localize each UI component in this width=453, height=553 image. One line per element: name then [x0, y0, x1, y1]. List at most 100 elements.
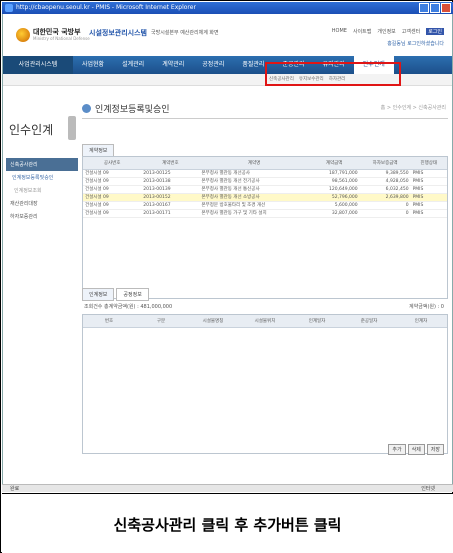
sidebar-item-new-construction[interactable]: 신축공사관리 — [6, 158, 78, 171]
breadcrumb: 홈 > 인수인계 > 신축공사관리 — [380, 105, 446, 111]
table-cell: PMIS — [410, 193, 447, 202]
handover-col-header[interactable]: 인계일자 — [291, 315, 343, 328]
table-row[interactable]: 건설시설 09 2013-00171 본부청사 별관동 가구 및 기타 설치 32,8… — [83, 209, 447, 218]
top-link-privacy[interactable]: 개인정보 — [377, 28, 395, 35]
system-subtitle: 국방시설본부 예산관리체계 화면 — [151, 30, 219, 36]
top-link-home[interactable]: HOME — [332, 28, 347, 35]
tab-process-info[interactable]: 공정정보 — [116, 288, 149, 301]
tab-handover-info[interactable]: 인계정보 — [82, 288, 115, 301]
close-button[interactable] — [441, 3, 451, 13]
table-cell: 본부청사 별관동 개선 통신공사 — [199, 185, 309, 194]
ministry-subtitle: Ministry of National Defense — [33, 36, 90, 41]
caption-area: 신축공사관리 클릭 후 추가버튼 클릭 — [2, 493, 453, 553]
table-cell: PMIS — [410, 169, 447, 178]
main-content: 인계정보등록및승인 홈 > 인수인계 > 신축공사관리 계약정보 공사번호 계약 — [82, 96, 448, 476]
table-cell: 32,807,000 — [308, 209, 360, 218]
table-cell: 9,389,550 — [359, 169, 411, 178]
sidebar-item-handover-inquiry[interactable]: 인계정보조회 — [6, 184, 78, 197]
table-cell: 120,649,000 — [308, 185, 360, 194]
table-cell: PMIS — [410, 177, 447, 186]
col-header-contract-no[interactable]: 계약번호 — [141, 157, 200, 170]
delete-button[interactable]: 삭제 — [407, 444, 425, 455]
browser-viewport: 대한민국 국방부 Ministry of National Defense 시설… — [2, 14, 453, 484]
user-info: 홍길동님 로그인하셨습니다 — [387, 41, 444, 47]
col-header-project-no[interactable]: 공사번호 — [83, 157, 142, 170]
col-header-warranty-amount[interactable]: 하자보증금액 — [359, 157, 411, 170]
table-cell: 0 — [359, 201, 411, 210]
sidebar-item-warranty[interactable]: 하자보증관리 — [6, 210, 78, 223]
table-cell: 4,928,050 — [359, 177, 411, 186]
save-button[interactable]: 저장 — [426, 444, 444, 455]
handover-col-header[interactable]: 시설물위치 — [239, 315, 291, 328]
handover-col-header[interactable]: 구분 — [135, 315, 187, 328]
table-cell: 98,561,000 — [308, 177, 360, 186]
add-button[interactable]: 추가 — [388, 444, 406, 455]
col-header-status[interactable]: 진행상태 — [410, 157, 447, 170]
table-cell: PMIS — [410, 201, 447, 210]
table-cell: 2,639,800 — [359, 193, 411, 202]
grid-header-row: 공사번호 계약번호 계약명 계약금액 하자보증금액 진행상태 — [83, 157, 447, 170]
sidebar-collapse-handle[interactable] — [68, 116, 76, 140]
table-row[interactable]: 건설시설 09 2013-00139 본부청사 별관동 개선 통신공사 120,649… — [83, 185, 447, 194]
table-cell: 건설시설 09 — [83, 193, 142, 202]
top-links: HOME 사이트맵 개인정보 고객센터 로그인 — [332, 28, 444, 35]
grid-empty-area — [83, 218, 447, 298]
table-cell: 6,032,450 — [359, 185, 411, 194]
table-cell: 0 — [359, 209, 411, 218]
system-name[interactable]: 시설정보관리시스템 — [89, 28, 147, 38]
sidebar-item-handover-register[interactable]: 인계정보등록및승인 — [6, 171, 78, 184]
contract-grid: 공사번호 계약번호 계약명 계약금액 하자보증금액 진행상태 건설시설 09 20… — [82, 156, 448, 299]
table-cell: 건설시설 09 — [83, 169, 142, 178]
browser-statusbar: 완료 인터넷 — [2, 484, 453, 492]
browser-title: http://cbaopenu.seoul.kr - PMIS - Micros… — [16, 4, 196, 11]
page-title-icon — [82, 104, 91, 113]
ie-icon — [5, 4, 13, 12]
col-header-contract-name[interactable]: 계약명 — [199, 157, 309, 170]
contract-grid-body: 건설시설 09 2013-00125 본부청사 별관동 개선공사 187,791,00… — [83, 169, 447, 218]
total-summary: 조회건수 총계약금액(원) : 481,000,000 — [84, 304, 173, 310]
nav-item-contract[interactable]: 계약관리 — [153, 56, 193, 74]
table-row[interactable]: 건설시설 09 2013-00138 본부청사 별관동 개선 전기공사 98,561,… — [83, 177, 447, 186]
instruction-caption: 신축공사관리 클릭 후 추가버튼 클릭 — [113, 516, 342, 534]
maximize-button[interactable] — [430, 3, 440, 13]
table-row[interactable]: 건설시설 09 2013-00125 본부청사 별관동 개선공사 187,791,00… — [83, 169, 447, 178]
table-cell: 본부청사 별관동 개선 전기공사 — [199, 177, 309, 186]
table-cell: 2013-00125 — [141, 169, 200, 178]
bottom-tabs: 인계정보 공정정보 — [82, 288, 448, 301]
login-button[interactable]: 로그인 — [426, 28, 444, 35]
browser-titlebar: http://cbaopenu.seoul.kr - PMIS - Micros… — [2, 2, 453, 14]
table-cell: 본부정문 방호울타리 및 조경 개선 — [199, 201, 309, 210]
table-row[interactable]: 건설시설 09 2013-00152 본부청사 별관동 개선 소방공사 52,796,… — [83, 193, 447, 202]
nav-item-status[interactable]: 사업현황 — [73, 56, 113, 74]
handover-header-row: 번호 구분 시설물명칭 시설물위치 인계일자 준공일자 인계자 — [83, 315, 447, 328]
table-cell: 건설시설 09 — [83, 177, 142, 186]
minimize-button[interactable] — [419, 3, 429, 13]
amount-summary: 계약금액(원) : 0 — [409, 304, 444, 310]
table-cell: PMIS — [410, 185, 447, 194]
action-buttons: 추가 삭제 저장 — [388, 444, 444, 455]
nav-home[interactable]: 사업관리시스템 — [3, 56, 73, 74]
table-cell: 52,796,000 — [308, 193, 360, 202]
handover-col-header[interactable]: 번호 — [83, 315, 135, 328]
nav-item-design[interactable]: 설계관리 — [113, 56, 153, 74]
handover-col-header[interactable]: 준공일자 — [343, 315, 395, 328]
page-title: 인계정보등록및승인 — [95, 105, 170, 115]
sidebar-item-asset-ledger[interactable]: 재산관리대장 — [6, 197, 78, 210]
screenshot-frame: http://cbaopenu.seoul.kr - PMIS - Micros… — [0, 0, 453, 553]
sidebar: 인수인계 신축공사관리 인계정보등록및승인 인계정보조회 재산관리대장 하자보증… — [6, 96, 78, 466]
table-cell: PMIS — [410, 209, 447, 218]
top-link-support[interactable]: 고객센터 — [402, 28, 420, 35]
table-cell: 5,600,000 — [308, 201, 360, 210]
table-row[interactable]: 건설시설 09 2013-00167 본부정문 방호울타리 및 조경 개선 5,600… — [83, 201, 447, 210]
status-text: 완료 — [10, 486, 20, 492]
top-link-sitemap[interactable]: 사이트맵 — [353, 28, 371, 35]
handover-col-header[interactable]: 시설물명칭 — [187, 315, 239, 328]
col-header-contract-amount[interactable]: 계약금액 — [308, 157, 360, 170]
nav-item-process[interactable]: 공정관리 — [193, 56, 233, 74]
zone-text: 인터넷 — [421, 486, 435, 492]
sidebar-menu: 신축공사관리 인계정보등록및승인 인계정보조회 재산관리대장 하자보증관리 — [6, 158, 78, 223]
table-cell: 본부청사 별관동 개선 소방공사 — [199, 193, 309, 202]
ministry-logo-icon[interactable] — [16, 28, 30, 42]
handover-col-header[interactable]: 인계자 — [395, 315, 447, 328]
title-divider — [82, 118, 448, 119]
